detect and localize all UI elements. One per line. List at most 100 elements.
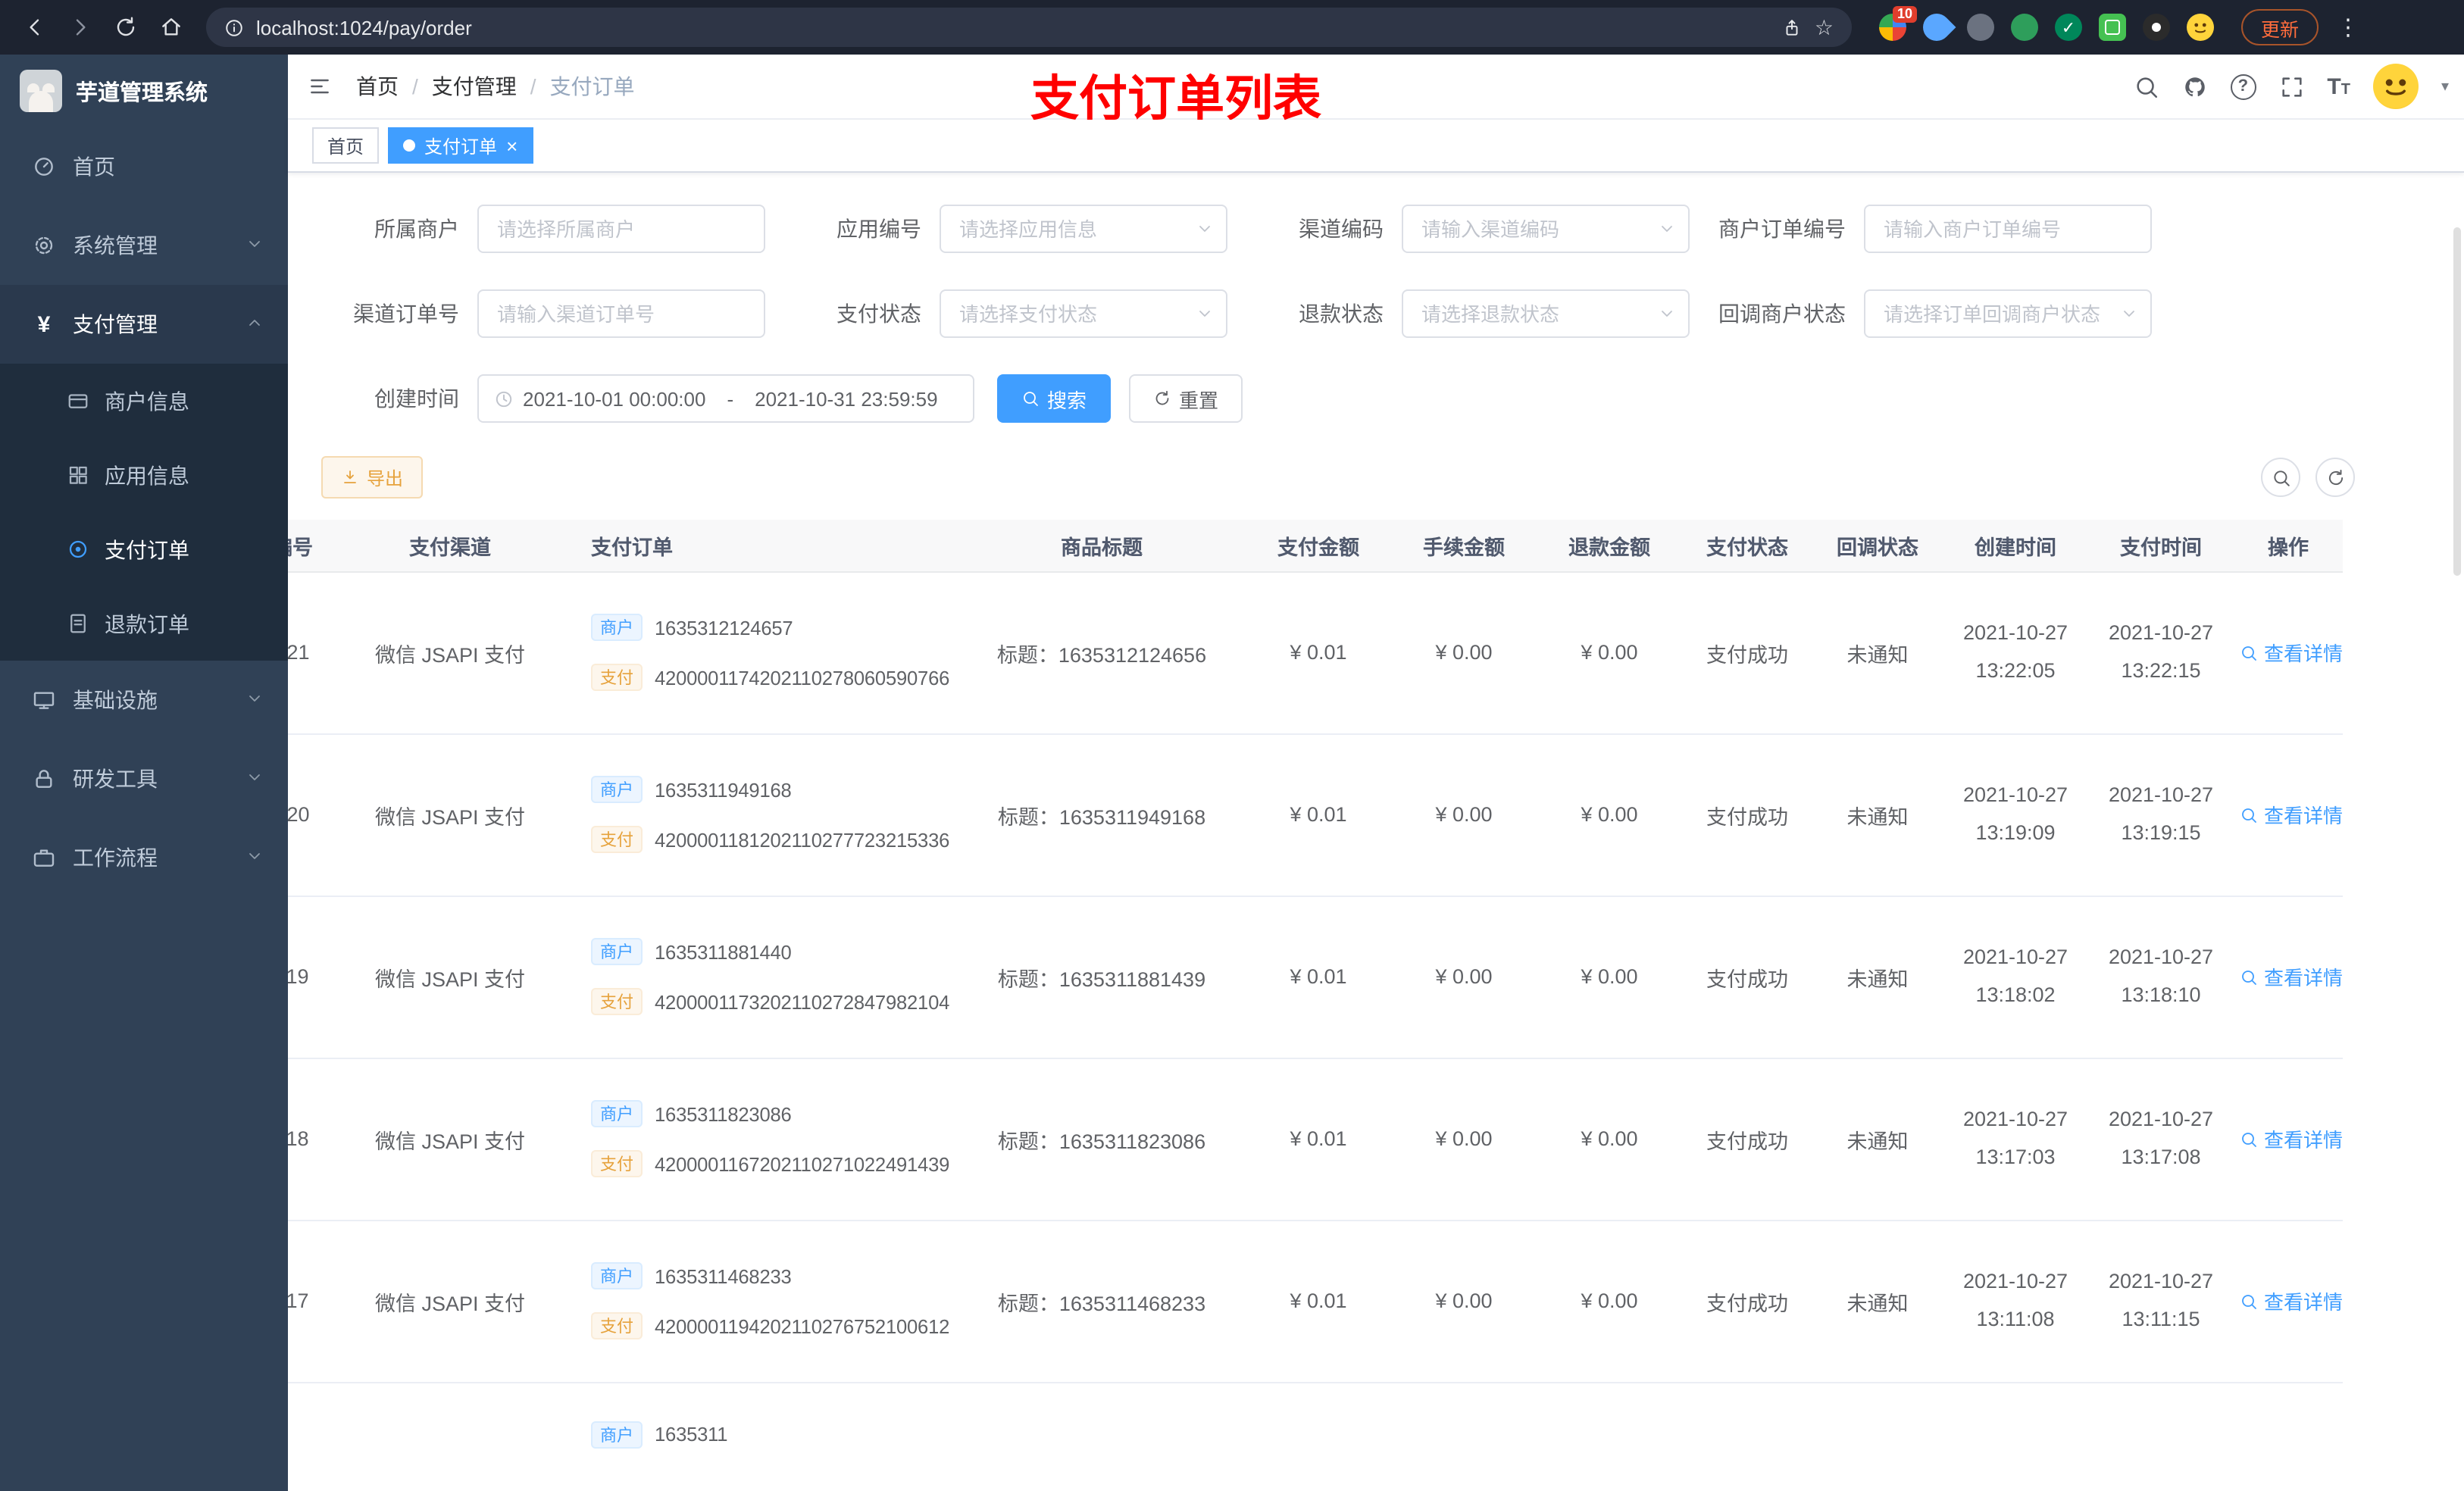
view-detail-link[interactable]: 查看详情 (2240, 1286, 2343, 1315)
cell-pay-order: 商户 1635312124657 支付 42000011742021102780… (579, 571, 958, 734)
view-detail-link[interactable]: 查看详情 (2240, 962, 2343, 991)
profile-avatar[interactable] (2187, 14, 2214, 41)
sidebar-item-home[interactable]: 首页 (0, 127, 288, 206)
yen-icon: ¥ (37, 311, 51, 337)
merchant-badge: 商户 (591, 938, 643, 965)
table-header-row: 编号 支付渠道 支付订单 商品标题 支付金额 手续金额 退款金额 支付状态 回调… (288, 520, 2343, 572)
sidebar-item-pay[interactable]: ¥ 支付管理 (0, 285, 288, 364)
tags-view: 首页 支付订单 × (288, 120, 2464, 173)
update-browser-button[interactable]: 更新 (2241, 9, 2319, 45)
view-detail-link[interactable]: 查看详情 (2240, 638, 2343, 667)
search-icon (2242, 1294, 2256, 1308)
home-button[interactable] (152, 8, 191, 47)
sidebar-item-refund-order[interactable]: 退款订单 (0, 586, 288, 661)
share-icon[interactable] (1783, 17, 1803, 37)
cell-notify-status: 未通知 (1812, 1220, 1943, 1383)
sidebar-item-workflow[interactable]: 工作流程 (0, 818, 288, 897)
reset-button[interactable]: 重置 (1129, 374, 1243, 423)
extension-drop-icon[interactable] (1917, 8, 1956, 47)
search-button[interactable]: 搜索 (997, 374, 1112, 423)
cell-pay-time: 2021-10-27 13:19:15 (2088, 733, 2234, 896)
cell-pay-amount: ¥ 0.01 (1246, 896, 1391, 1058)
merchant-order-no-input[interactable] (1864, 205, 2152, 253)
cell-channel: 微信 JSAPI 支付 (321, 571, 579, 734)
cell-pay-order: 商户 1635311823086 支付 42000011672021102710… (579, 1058, 958, 1221)
sidebar-item-infra[interactable]: 基础设施 (0, 661, 288, 739)
help-icon[interactable]: ? (2230, 73, 2256, 99)
view-detail-link[interactable]: 查看详情 (2240, 1124, 2343, 1153)
refund-status-select[interactable] (1402, 289, 1690, 338)
merchant-badge: 商户 (591, 614, 643, 641)
table-row: 120 微信 JSAPI 支付 商户 1635311949168 (288, 733, 2343, 896)
refresh-icon (2328, 469, 2343, 485)
forward-button[interactable] (61, 8, 100, 47)
col-pay-amount: 支付金额 (1246, 520, 1391, 572)
toggle-search-button[interactable] (2261, 458, 2300, 497)
scrollbar-thumb[interactable] (2453, 227, 2461, 576)
sidebar-item-system[interactable]: 系统管理 (0, 206, 288, 285)
chevron-down-icon (1658, 220, 1676, 238)
notify-status-select[interactable] (1864, 289, 2152, 338)
create-time-range-picker[interactable]: 2021-10-01 00:00:00 - 2021-10-31 23:59:5… (477, 374, 974, 423)
cell-actions: 查看详情 (2234, 1058, 2343, 1221)
search-icon (1024, 392, 1038, 406)
tab-home[interactable]: 首页 (312, 127, 380, 164)
cell-create-time: 2021-10-27 13:19:09 (1943, 733, 2088, 896)
app-select[interactable] (940, 205, 1227, 253)
refresh-table-button[interactable] (2315, 458, 2355, 497)
fullscreen-icon[interactable] (2278, 73, 2304, 99)
breadcrumb-home[interactable]: 首页 (356, 71, 399, 102)
sidebar-item-app-info[interactable]: 应用信息 (0, 438, 288, 512)
active-dot (403, 139, 416, 152)
sidebar-item-pay-order[interactable]: 支付订单 (0, 512, 288, 586)
extension-pin-icon[interactable] (2143, 14, 2170, 41)
channel-order-no: 4200001181202110277723215336 (655, 828, 950, 851)
sidebar-item-merchant-info[interactable]: 商户信息 (0, 364, 288, 438)
breadcrumb-pay-manage[interactable]: 支付管理 (432, 71, 517, 102)
cell-title: 标题：1635311468233 (958, 1220, 1246, 1383)
user-avatar[interactable] (2372, 64, 2419, 109)
extension-colorful-icon[interactable]: 10 (1879, 6, 1917, 41)
cell-pay-amount: ¥ 0.01 (1246, 1058, 1391, 1221)
filter-label: 所属商户 (374, 217, 459, 241)
channel-order-no: 4200001173202110272847982104 (655, 990, 950, 1013)
cell-id: 117 (288, 1220, 321, 1383)
pay-status-select[interactable] (940, 289, 1227, 338)
bookmark-star-icon[interactable]: ☆ (1815, 14, 1834, 40)
extension-green-icon[interactable] (2011, 14, 2038, 41)
font-size-icon[interactable]: TT (2327, 73, 2350, 99)
site-info-icon[interactable] (224, 17, 244, 37)
chevron-down-icon (1196, 305, 1214, 323)
pay-badge: 支付 (591, 664, 643, 691)
reload-button[interactable] (106, 8, 145, 47)
extension-gray-icon[interactable] (1967, 14, 1994, 41)
cell-pay-time: 2021-10-27 13:18:10 (2088, 896, 2234, 1058)
search-icon (2242, 808, 2256, 822)
address-bar[interactable]: localhost:1024/pay/order ☆ (206, 8, 1852, 47)
view-detail-link[interactable]: 查看详情 (2240, 800, 2343, 829)
github-icon[interactable] (2181, 73, 2207, 99)
cell-channel: 微信 JSAPI 支付 (321, 733, 579, 896)
sidebar: 芋道管理系统 首页 系统管理 ¥ 支付管理 商户信息 应用信息 支付订单 退款订… (0, 55, 288, 1491)
cell-create-time: 2021-10-27 13:22:05 (1943, 571, 2088, 734)
sidebar-item-dev-tools[interactable]: 研发工具 (0, 739, 288, 818)
close-icon[interactable]: × (506, 136, 518, 155)
chevron-down-icon (2120, 305, 2138, 323)
cell-actions: 查看详情 (2234, 571, 2343, 734)
sidebar-toggle-icon[interactable] (308, 74, 332, 98)
extension-chat-icon[interactable] (2099, 14, 2126, 41)
search-icon[interactable] (2133, 73, 2159, 99)
back-button[interactable] (15, 8, 55, 47)
sidebar-logo[interactable]: 芋道管理系统 (0, 55, 288, 127)
chrome-menu-icon[interactable]: ⋮ (2337, 14, 2359, 41)
export-button[interactable]: 导出 (321, 456, 424, 499)
page-content: 所属商户 应用编号 渠道编码 (288, 173, 2464, 1491)
avatar-caret-icon[interactable]: ▾ (2441, 78, 2449, 95)
merchant-select[interactable] (477, 205, 765, 253)
channel-code-select[interactable] (1402, 205, 1690, 253)
channel-order-no-input[interactable] (477, 289, 765, 338)
gear-icon (35, 236, 53, 255)
extension-check-icon[interactable]: ✓ (2055, 14, 2082, 41)
merchant-order-no: 1635311468233 (655, 1264, 792, 1287)
tab-pay-order[interactable]: 支付订单 × (388, 127, 533, 164)
